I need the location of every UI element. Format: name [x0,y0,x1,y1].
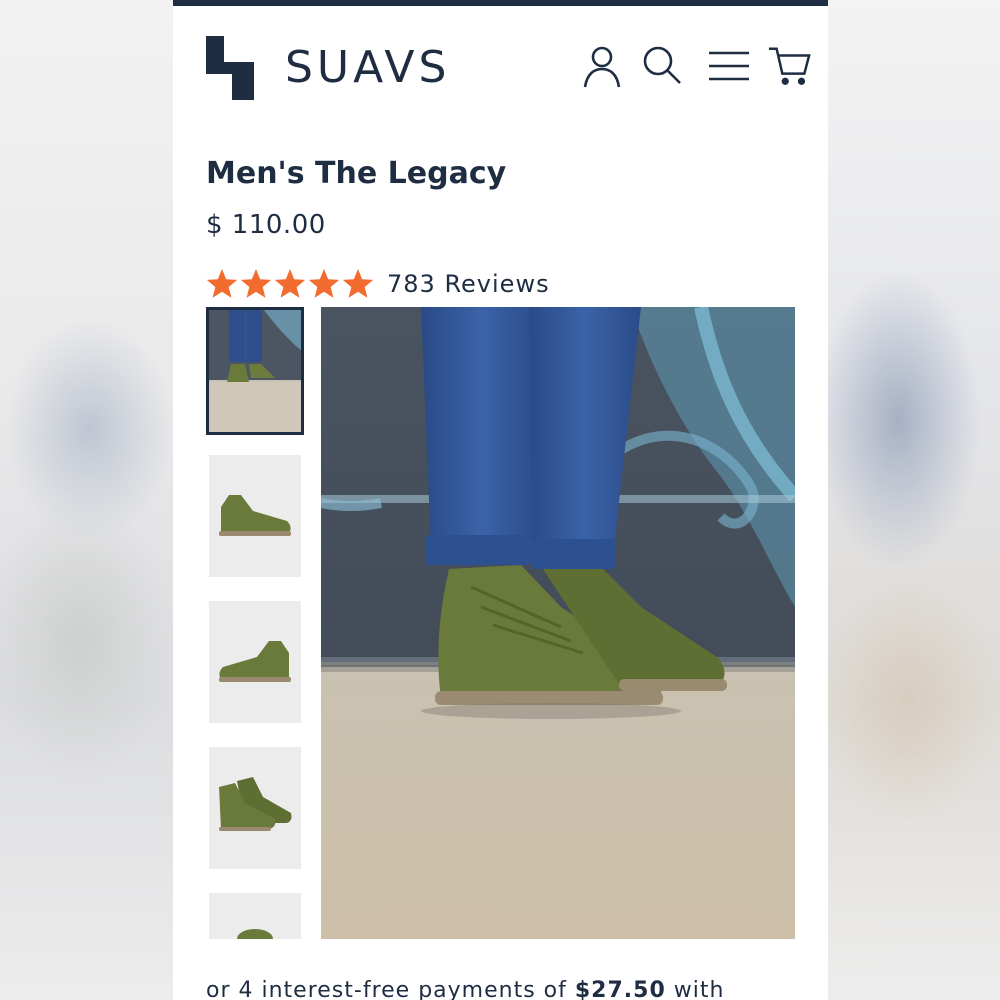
star-icon [308,269,340,298]
star-icon [274,269,306,298]
product-page: SUAVS Men's The Legacy $ 110.00 783 Revi… [173,0,828,1000]
installment-suffix: with [665,978,725,1000]
main-product-image[interactable] [321,307,795,939]
thumbnail-gallery [206,307,304,939]
search-icon[interactable] [640,44,684,88]
site-header: SUAVS [173,6,828,116]
star-icon [342,269,374,298]
left-blur-backdrop [0,0,173,1000]
thumbnail-4-pair[interactable] [209,747,301,869]
reviews-count-link[interactable]: 783 Reviews [387,270,550,298]
suavs-logo-icon[interactable] [206,36,254,100]
thumbnail-3-side[interactable] [209,601,301,723]
thumbnail-5-top[interactable] [209,893,301,939]
product-price: $ 110.00 [206,210,326,240]
installment-amount: $27.50 [574,978,666,1000]
cart-icon[interactable] [768,44,812,88]
product-title: Men's The Legacy [206,156,507,191]
star-icon [240,269,272,298]
product-rating[interactable]: 783 Reviews [206,266,550,302]
star-icon [206,269,238,298]
menu-icon[interactable] [707,44,751,88]
installment-payment-text: or 4 interest-free payments of $27.50 wi… [206,978,724,1000]
account-icon[interactable] [580,44,624,88]
installment-prefix: or 4 interest-free payments of [206,978,575,1000]
right-blur-backdrop [828,0,1000,1000]
thumbnail-1-lifestyle[interactable] [206,307,304,435]
brand-name[interactable]: SUAVS [285,46,450,90]
star-rating [206,268,374,300]
thumbnail-2-side[interactable] [209,455,301,577]
